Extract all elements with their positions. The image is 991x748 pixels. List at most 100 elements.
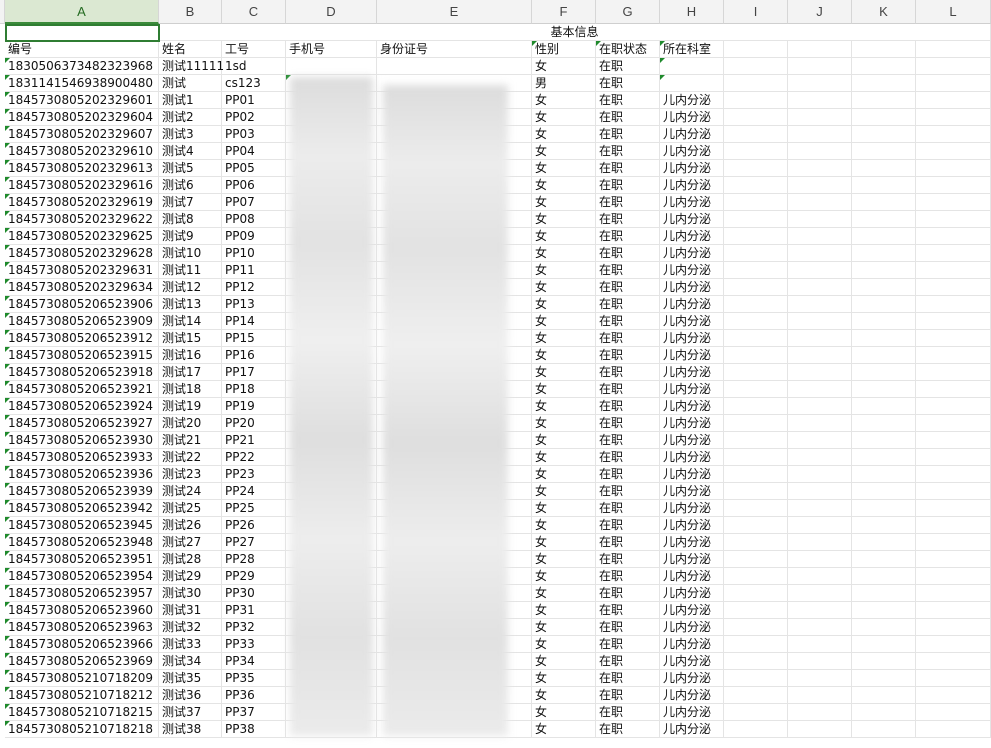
cell-g[interactable]: 在职 <box>596 466 660 483</box>
empty-cell[interactable] <box>724 449 788 466</box>
cell-c[interactable]: cs123 <box>222 75 286 92</box>
cell-b[interactable]: 测试25 <box>159 500 222 517</box>
cell-f[interactable]: 女 <box>532 228 596 245</box>
cell-a[interactable]: 1845730805206523942 <box>5 500 159 517</box>
cell-a[interactable]: 1845730805206523933 <box>5 449 159 466</box>
cell-b[interactable]: 测试 <box>159 75 222 92</box>
empty-cell[interactable] <box>724 92 788 109</box>
empty-cell[interactable] <box>916 653 991 670</box>
empty-cell[interactable] <box>724 41 788 58</box>
empty-cell[interactable] <box>852 449 916 466</box>
cell-g[interactable]: 在职 <box>596 126 660 143</box>
cell-g[interactable]: 在职 <box>596 228 660 245</box>
cell-a[interactable]: 1845730805206523927 <box>5 415 159 432</box>
empty-cell[interactable] <box>852 262 916 279</box>
empty-cell[interactable] <box>724 75 788 92</box>
cell-f[interactable]: 女 <box>532 415 596 432</box>
empty-cell[interactable] <box>788 75 852 92</box>
empty-cell[interactable] <box>724 483 788 500</box>
cell-c[interactable]: PP21 <box>222 432 286 449</box>
cell-g[interactable]: 在职 <box>596 92 660 109</box>
cell-f[interactable]: 女 <box>532 500 596 517</box>
cell-a[interactable]: 1845730805206523909 <box>5 313 159 330</box>
cell-c[interactable]: PP32 <box>222 619 286 636</box>
cell-c[interactable]: PP30 <box>222 585 286 602</box>
cell-c[interactable]: PP26 <box>222 517 286 534</box>
cell-c[interactable]: PP05 <box>222 160 286 177</box>
cell-h[interactable]: 儿内分泌 <box>660 466 724 483</box>
empty-cell[interactable] <box>788 313 852 330</box>
empty-cell[interactable] <box>916 636 991 653</box>
column-header-e[interactable]: E <box>377 0 532 24</box>
cell-b[interactable]: 测试20 <box>159 415 222 432</box>
cell-f[interactable]: 女 <box>532 534 596 551</box>
cell-b[interactable]: 测试30 <box>159 585 222 602</box>
cell-h[interactable]: 儿内分泌 <box>660 568 724 585</box>
cell-a[interactable]: 1845730805202329634 <box>5 279 159 296</box>
empty-cell[interactable] <box>724 126 788 143</box>
empty-cell[interactable] <box>788 245 852 262</box>
cell-h[interactable]: 儿内分泌 <box>660 347 724 364</box>
cell-f[interactable]: 女 <box>532 262 596 279</box>
cell-h[interactable]: 儿内分泌 <box>660 619 724 636</box>
cell-g[interactable]: 在职 <box>596 483 660 500</box>
empty-cell[interactable] <box>788 602 852 619</box>
empty-cell[interactable] <box>724 568 788 585</box>
cell-f[interactable]: 女 <box>532 704 596 721</box>
cell-b[interactable]: 测试12 <box>159 279 222 296</box>
cell-c[interactable]: PP13 <box>222 296 286 313</box>
cell-g[interactable]: 在职 <box>596 653 660 670</box>
empty-cell[interactable] <box>916 517 991 534</box>
empty-cell[interactable] <box>724 670 788 687</box>
cell-b[interactable]: 测试33 <box>159 636 222 653</box>
empty-cell[interactable] <box>788 364 852 381</box>
empty-cell[interactable] <box>852 534 916 551</box>
cell-a[interactable]: 1845730805202329619 <box>5 194 159 211</box>
empty-cell[interactable] <box>852 602 916 619</box>
empty-cell[interactable] <box>852 313 916 330</box>
cell-g[interactable]: 在职 <box>596 143 660 160</box>
cell-a[interactable]: 1845730805210718212 <box>5 687 159 704</box>
cell-f[interactable]: 女 <box>532 313 596 330</box>
cell-f[interactable]: 女 <box>532 177 596 194</box>
empty-cell[interactable] <box>788 534 852 551</box>
cell-f[interactable]: 女 <box>532 568 596 585</box>
header-cell-g[interactable]: 在职状态 <box>596 41 660 58</box>
cell-g[interactable]: 在职 <box>596 585 660 602</box>
empty-cell[interactable] <box>852 704 916 721</box>
cell-h[interactable]: 儿内分泌 <box>660 245 724 262</box>
cell-g[interactable]: 在职 <box>596 602 660 619</box>
empty-cell[interactable] <box>852 381 916 398</box>
column-header-g[interactable]: G <box>596 0 660 24</box>
empty-cell[interactable] <box>724 687 788 704</box>
empty-cell[interactable] <box>788 143 852 160</box>
empty-cell[interactable] <box>788 415 852 432</box>
cell-h[interactable]: 儿内分泌 <box>660 177 724 194</box>
cell-h[interactable]: 儿内分泌 <box>660 551 724 568</box>
cell-a[interactable]: 1845730805206523918 <box>5 364 159 381</box>
empty-cell[interactable] <box>724 109 788 126</box>
cell-b[interactable]: 测试3 <box>159 126 222 143</box>
column-header-d[interactable]: D <box>286 0 377 24</box>
empty-cell[interactable] <box>724 704 788 721</box>
cell-g[interactable]: 在职 <box>596 721 660 738</box>
cell-a[interactable]: 1845730805202329601 <box>5 92 159 109</box>
cell-c[interactable]: PP24 <box>222 483 286 500</box>
empty-cell[interactable] <box>916 313 991 330</box>
empty-cell[interactable] <box>852 364 916 381</box>
cell-b[interactable]: 测试14 <box>159 313 222 330</box>
cell-h[interactable]: 儿内分泌 <box>660 432 724 449</box>
cell-c[interactable]: 1sd <box>222 58 286 75</box>
cell-h[interactable]: 儿内分泌 <box>660 653 724 670</box>
column-header-f[interactable]: F <box>532 0 596 24</box>
cell-b[interactable]: 测试10 <box>159 245 222 262</box>
empty-cell[interactable] <box>788 58 852 75</box>
cell-c[interactable]: PP20 <box>222 415 286 432</box>
cell-b[interactable]: 测试9 <box>159 228 222 245</box>
cell-c[interactable]: PP31 <box>222 602 286 619</box>
cell-h[interactable]: 儿内分泌 <box>660 143 724 160</box>
cell-a[interactable]: 1845730805206523939 <box>5 483 159 500</box>
cell-a[interactable]: 1845730805202329628 <box>5 245 159 262</box>
empty-cell[interactable] <box>788 177 852 194</box>
empty-cell[interactable] <box>788 109 852 126</box>
